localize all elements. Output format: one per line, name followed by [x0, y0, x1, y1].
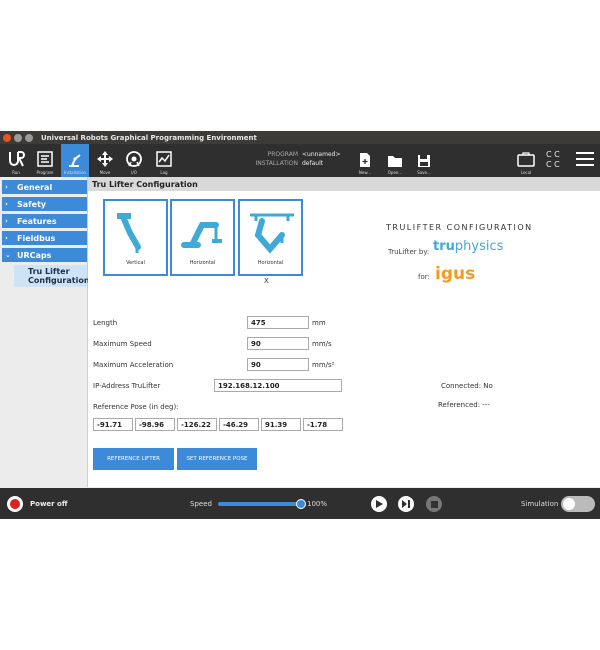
io-connector-icon	[126, 151, 142, 167]
simulation-toggle-knob	[563, 498, 575, 510]
stop-button[interactable]	[426, 496, 442, 512]
folder-icon	[388, 156, 402, 167]
lifter-card-vertical[interactable]: Vertical	[103, 199, 168, 276]
power-button[interactable]	[7, 496, 23, 512]
robot-arm-icon	[69, 154, 81, 167]
speed-slider-handle[interactable]	[296, 499, 306, 509]
length-input[interactable]: 475	[247, 316, 309, 329]
log-graph-icon	[156, 151, 172, 167]
selected-mark: X	[264, 277, 269, 285]
simulation-toggle[interactable]	[561, 496, 595, 512]
reference-lifter-button[interactable]: REFERENCE LIFTER	[93, 448, 174, 470]
reference-pose-label: Reference Pose (in deg):	[93, 403, 179, 411]
program-labels: PROGRAM INSTALLATION	[255, 151, 298, 167]
chevron-right-icon: ›	[5, 234, 8, 242]
tab-program[interactable]: Program	[31, 144, 59, 177]
sidebar-item-trulifter-configuration[interactable]: Tru Lifter Configuration	[14, 265, 90, 287]
speed-slider[interactable]	[218, 499, 306, 509]
pose-joint-3[interactable]: -126.22	[177, 418, 217, 431]
app-window: Universal Robots Graphical Programming E…	[0, 131, 600, 519]
igus-logo: igus	[435, 264, 476, 284]
set-reference-pose-button[interactable]: SET REFERENCE POSE	[177, 448, 257, 470]
simulation-label: Simulation	[521, 500, 559, 508]
referenced-status: Referenced: ---	[438, 401, 490, 409]
cc-indicator: C C C C	[546, 150, 560, 169]
play-icon	[376, 500, 383, 508]
max-accel-input[interactable]: 90	[247, 358, 309, 371]
connected-status: Connected: No	[441, 382, 493, 390]
tab-installation[interactable]: Installation	[61, 144, 89, 177]
sidebar: › General › Safety › Features › Fieldbus ⌄ UR…	[0, 177, 90, 487]
truphysics-logo: truphysics	[433, 239, 504, 254]
pose-joint-6[interactable]: -1.78	[303, 418, 343, 431]
maximize-window-button[interactable]	[25, 133, 33, 142]
length-label: Length	[93, 319, 118, 327]
length-unit: mm	[312, 319, 326, 327]
speed-value: 100%	[307, 500, 328, 508]
trulifter-by-label: TruLifter by:	[388, 248, 430, 256]
local-control-button[interactable]: Local	[512, 144, 540, 177]
lifter-card-horizontal-floor[interactable]: Horizontal	[170, 199, 235, 276]
step-button[interactable]	[398, 496, 414, 512]
content-panel: Tru Lifter Configuration Vertical Horizo…	[88, 177, 600, 487]
horizontal-lifter-floor-icon	[181, 222, 222, 248]
tab-move[interactable]: Move	[91, 144, 119, 177]
vertical-lifter-icon	[117, 213, 141, 253]
max-speed-unit: mm/s	[312, 340, 332, 348]
pose-joint-2[interactable]: -98.96	[135, 418, 175, 431]
max-speed-input[interactable]: 90	[247, 337, 309, 350]
speed-slider-fill	[218, 502, 302, 506]
speed-label: Speed	[190, 500, 212, 508]
tab-io[interactable]: I/O	[120, 144, 148, 177]
sidebar-item-urcaps[interactable]: ⌄ URCaps	[2, 248, 87, 262]
save-file-button[interactable]: Save...	[410, 144, 438, 177]
sidebar-item-safety[interactable]: › Safety	[2, 197, 87, 211]
ip-address-input[interactable]: 192.168.12.100	[214, 379, 342, 392]
chevron-right-icon: ›	[5, 217, 8, 225]
title-bar: Universal Robots Graphical Programming E…	[0, 131, 600, 144]
teach-pendant-icon	[517, 152, 535, 167]
chevron-right-icon: ›	[5, 183, 8, 191]
ip-address-label: IP-Address TruLifter	[93, 382, 161, 390]
sidebar-item-fieldbus[interactable]: › Fieldbus	[2, 231, 87, 245]
brand-title: TRULIFTER CONFIGURATION	[386, 223, 533, 232]
pose-joint-1[interactable]: -91.71	[93, 418, 133, 431]
minimize-window-button[interactable]	[14, 133, 22, 142]
for-label: for:	[418, 273, 430, 281]
lifter-card-horizontal-ceiling[interactable]: Horizontal	[238, 199, 303, 276]
pose-joint-4[interactable]: -46.29	[219, 418, 259, 431]
step-icon	[402, 500, 410, 508]
power-status: Power off	[30, 500, 68, 508]
tab-log[interactable]: Log	[150, 144, 178, 177]
installation-name: default	[302, 160, 324, 167]
hamburger-menu-icon[interactable]	[576, 152, 594, 166]
program-values: <unnamed> default	[302, 150, 340, 168]
bottom-bar: Power off Speed 100% Simulation	[0, 488, 600, 519]
content-header: Tru Lifter Configuration	[88, 177, 600, 191]
pose-joint-5[interactable]: 91.39	[261, 418, 301, 431]
sidebar-item-general[interactable]: › General	[2, 180, 87, 194]
max-speed-label: Maximum Speed	[93, 340, 152, 348]
chevron-right-icon: ›	[5, 200, 8, 208]
main-toolbar: Run Program Installation Move I/O Log PR…	[0, 144, 600, 177]
sidebar-item-features[interactable]: › Features	[2, 214, 87, 228]
program-name: <unnamed>	[302, 151, 341, 158]
new-file-icon	[360, 153, 370, 167]
close-window-button[interactable]	[3, 133, 11, 142]
move-arrows-icon	[97, 151, 113, 167]
tab-run[interactable]: Run	[2, 144, 30, 177]
max-accel-unit: mm/s²	[312, 361, 335, 369]
save-disk-icon	[418, 155, 430, 167]
play-button[interactable]	[371, 496, 387, 512]
program-icon	[37, 151, 53, 167]
window-title: Universal Robots Graphical Programming E…	[41, 133, 257, 142]
stop-icon	[430, 500, 438, 508]
ur-logo-icon	[9, 151, 25, 167]
horizontal-lifter-ceiling-icon	[250, 213, 294, 254]
open-file-button[interactable]: Open...	[381, 144, 409, 177]
max-accel-label: Maximum Acceleration	[93, 361, 174, 369]
new-file-button[interactable]: New...	[351, 144, 379, 177]
chevron-down-icon: ⌄	[5, 251, 11, 259]
